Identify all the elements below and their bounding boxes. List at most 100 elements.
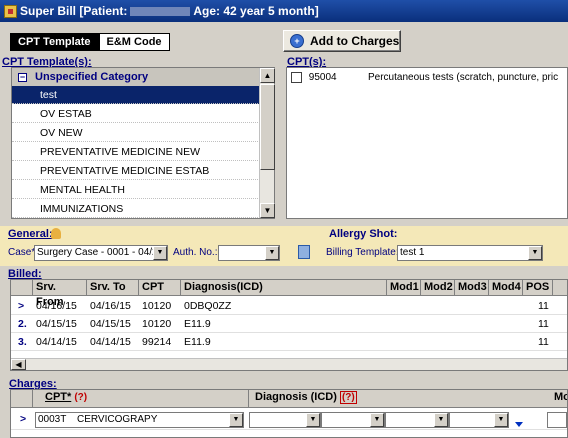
diagnosis-select-1[interactable]: ▼: [249, 412, 321, 428]
charges-grid-header: CPT* (?) Diagnosis (ICD) (?) Mo: [11, 390, 567, 408]
add-to-charges-button[interactable]: + Add to Charges: [283, 30, 401, 52]
template-item-immunizations[interactable]: IMMUNIZATIONS: [12, 200, 260, 218]
col-srv-to[interactable]: Srv. To: [87, 280, 139, 296]
charge-cpt-code: 0003T: [38, 414, 67, 425]
category-row[interactable]: − Unspecified Category: [12, 68, 260, 86]
row-number: 3.: [18, 336, 27, 348]
col-pos[interactable]: POS: [523, 280, 553, 296]
expand-diagnosis-icon[interactable]: [515, 415, 523, 433]
col-mod4[interactable]: Mod4: [489, 280, 523, 296]
diagnosis-cell: E11.9: [184, 336, 211, 348]
cpt-list-item[interactable]: 95004 Percutaneous tests (scratch, punct…: [291, 71, 558, 85]
diagnosis-cell: E11.9: [184, 318, 211, 330]
charge-cpt-label: CPT*: [45, 391, 72, 403]
col-cpt[interactable]: CPT: [139, 280, 181, 296]
case-select[interactable]: Surgery Case - 0001 - 04/2 ▼: [34, 245, 168, 261]
category-label: Unspecified Category: [35, 71, 149, 83]
billed-horizontal-scrollbar[interactable]: ◀: [11, 358, 567, 370]
template-icon[interactable]: [298, 245, 310, 259]
srv-from-cell: 04/16/15: [36, 300, 77, 312]
tab-em-code[interactable]: E&M Code: [98, 33, 170, 51]
table-row[interactable]: 3. 04/14/15 04/14/15 99214 E11.9 11: [11, 333, 567, 351]
col-mod1[interactable]: Mod1: [387, 280, 421, 296]
srv-from-cell: 04/15/15: [36, 318, 77, 330]
diagnosis-help-button[interactable]: (?): [339, 391, 357, 404]
window-title-age: Age: 42 year 5 month]: [193, 4, 319, 18]
chevron-down-icon[interactable]: ▼: [434, 413, 448, 427]
row-num-header: [11, 390, 33, 408]
col-srv-from[interactable]: Srv. From: [33, 280, 87, 308]
cpt-cell: 99214: [142, 336, 172, 348]
auth-no-label: Auth. No.:: [173, 247, 218, 258]
row-arrow: >: [20, 413, 27, 425]
cpt-list: 95004 Percutaneous tests (scratch, punct…: [286, 67, 568, 219]
template-item-test[interactable]: test: [12, 86, 260, 104]
scroll-thumb[interactable]: [260, 84, 275, 170]
window-title-prefix: Super Bill [Patient:: [20, 4, 128, 18]
diagnosis-select-3[interactable]: ▼: [385, 412, 449, 428]
auth-no-select[interactable]: ▼: [218, 245, 280, 261]
srv-to-cell: 04/16/15: [90, 300, 131, 312]
cpt-cell: 10120: [142, 318, 172, 330]
scroll-left-icon[interactable]: ◀: [11, 359, 26, 370]
tab-cpt-template[interactable]: CPT Template: [10, 33, 99, 51]
srv-from-cell: 04/14/15: [36, 336, 77, 348]
col-charge-mod: Mo: [554, 391, 567, 403]
template-item-preventative-new[interactable]: PREVENTATIVE MEDICINE NEW: [12, 143, 260, 161]
table-row[interactable]: 2. 04/15/15 04/15/15 10120 E11.9 11: [11, 315, 567, 333]
billing-template-value: test 1: [400, 247, 425, 258]
pos-cell: 11: [538, 300, 549, 312]
redacted-patient-name: [130, 6, 191, 16]
billed-grid-header: Srv. From Srv. To CPT Diagnosis(ICD) Mod…: [11, 280, 567, 308]
cpt-checkbox[interactable]: [291, 71, 302, 83]
col-mod2[interactable]: Mod2: [421, 280, 455, 296]
col-charge-cpt: CPT* (?): [33, 390, 249, 408]
cpt-code: 95004: [308, 72, 337, 83]
srv-to-cell: 04/14/15: [90, 336, 131, 348]
template-item-ov-new[interactable]: OV NEW: [12, 124, 260, 142]
charges-grid: CPT* (?) Diagnosis (ICD) (?) Mo > 0003T …: [10, 389, 568, 438]
diagnosis-select-4[interactable]: ▼: [449, 412, 509, 428]
template-item-mental-health[interactable]: MENTAL HEALTH: [12, 181, 260, 199]
template-tabs: CPT Template E&M Code: [10, 33, 170, 51]
chevron-down-icon[interactable]: ▼: [370, 413, 384, 427]
charge-cpt-desc: CERVICOGRAPY: [76, 414, 158, 425]
billing-template-select[interactable]: test 1 ▼: [397, 245, 543, 261]
cpt-description: Percutaneous tests (scratch, puncture, p…: [368, 72, 559, 83]
allergy-shot-header: Allergy Shot:: [329, 228, 398, 240]
chevron-down-icon[interactable]: ▼: [494, 413, 508, 427]
user-icon[interactable]: [51, 228, 61, 239]
col-charge-diagnosis: Diagnosis (ICD) (?): [249, 390, 567, 408]
col-diagnosis[interactable]: Diagnosis(ICD): [181, 280, 387, 296]
charge-cpt-select[interactable]: 0003T CERVICOGRAPY ▼: [35, 412, 244, 428]
case-value: Surgery Case - 0001 - 04/2: [37, 247, 158, 258]
chevron-down-icon[interactable]: ▼: [229, 413, 243, 427]
table-row[interactable]: > 04/16/15 04/16/15 10120 0DBQ0ZZ 11: [11, 297, 567, 315]
scroll-down-icon[interactable]: ▼: [260, 203, 275, 218]
add-to-charges-label: Add to Charges: [310, 34, 400, 48]
collapse-icon[interactable]: −: [18, 72, 27, 82]
scroll-up-icon[interactable]: ▲: [260, 68, 275, 83]
row-num-header: [11, 280, 33, 296]
col-mod3[interactable]: Mod3: [455, 280, 489, 296]
cpt-template-list: − Unspecified Category test OV ESTAB OV …: [11, 67, 275, 219]
template-list-scrollbar[interactable]: ▲ ▼: [259, 68, 275, 218]
window-title-bar: Super Bill [Patient: Age: 42 year 5 mont…: [0, 0, 568, 22]
billing-template-label: Billing Template:: [326, 247, 399, 258]
srv-to-cell: 04/15/15: [90, 318, 131, 330]
chevron-down-icon[interactable]: ▼: [265, 246, 279, 260]
chevron-down-icon[interactable]: ▼: [153, 246, 167, 260]
template-item-ov-estab[interactable]: OV ESTAB: [12, 105, 260, 123]
diagnosis-cell: 0DBQ0ZZ: [184, 300, 232, 312]
charge-diagnosis-label: Diagnosis (ICD): [255, 391, 337, 403]
cpt-help-button[interactable]: (?): [74, 392, 87, 403]
general-header: General:: [8, 228, 53, 240]
row-number: >: [18, 300, 25, 312]
table-row[interactable]: > 0003T CERVICOGRAPY ▼ ▼ ▼ ▼ ▼: [11, 410, 567, 430]
diagnosis-select-2[interactable]: ▼: [321, 412, 385, 428]
chevron-down-icon[interactable]: ▼: [528, 246, 542, 260]
modifier-field[interactable]: [547, 412, 567, 428]
chevron-down-icon[interactable]: ▼: [306, 413, 320, 427]
template-item-preventative-estab[interactable]: PREVENTATIVE MEDICINE ESTAB: [12, 162, 260, 180]
add-icon: +: [290, 34, 304, 48]
